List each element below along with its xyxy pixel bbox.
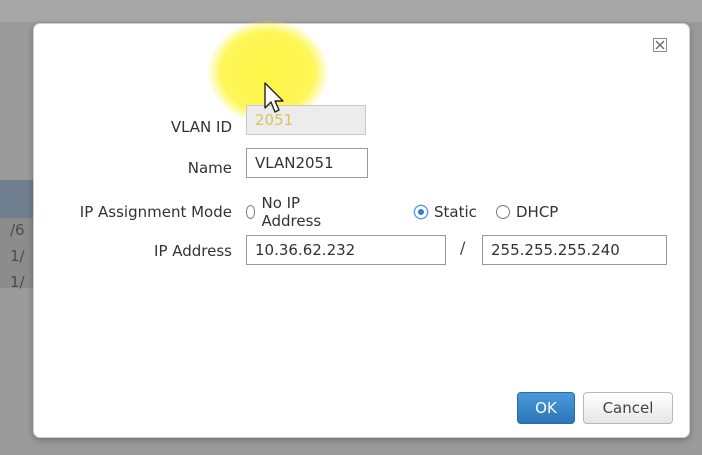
radio-static[interactable]: Static xyxy=(414,201,477,223)
close-button[interactable] xyxy=(653,38,667,52)
radio-unselected-icon xyxy=(496,205,510,219)
vlan-dialog xyxy=(34,24,689,437)
name-label: Name xyxy=(187,159,232,177)
subnet-mask-field[interactable]: 255.255.255.240 xyxy=(482,235,667,265)
radio-dhcp[interactable]: DHCP xyxy=(496,201,558,223)
subnet-separator: / xyxy=(460,238,466,257)
radio-label: DHCP xyxy=(516,203,559,221)
radio-label: Static xyxy=(434,203,477,221)
background-text-fragment: 1/ xyxy=(10,273,25,291)
ip-address-field[interactable]: 10.36.62.232 xyxy=(246,235,446,265)
radio-unselected-icon xyxy=(246,205,256,219)
radio-no-ip-address[interactable]: No IP Address xyxy=(246,194,326,230)
name-field[interactable]: VLAN2051 xyxy=(246,148,368,178)
ok-button[interactable]: OK xyxy=(517,392,575,424)
mouse-pointer-icon xyxy=(264,82,284,113)
cancel-button[interactable]: Cancel xyxy=(583,392,673,424)
background-header xyxy=(0,0,702,22)
vlan-id-label: VLAN ID xyxy=(170,118,232,136)
background-text-fragment: 1/ xyxy=(10,247,25,265)
ip-address-label: IP Address xyxy=(154,242,232,260)
close-icon xyxy=(655,40,665,50)
ip-assignment-mode-label: IP Assignment Mode xyxy=(79,203,232,221)
background-text-fragment: /6 xyxy=(10,221,25,239)
radio-label: No IP Address xyxy=(261,194,322,230)
radio-selected-icon xyxy=(414,205,428,219)
